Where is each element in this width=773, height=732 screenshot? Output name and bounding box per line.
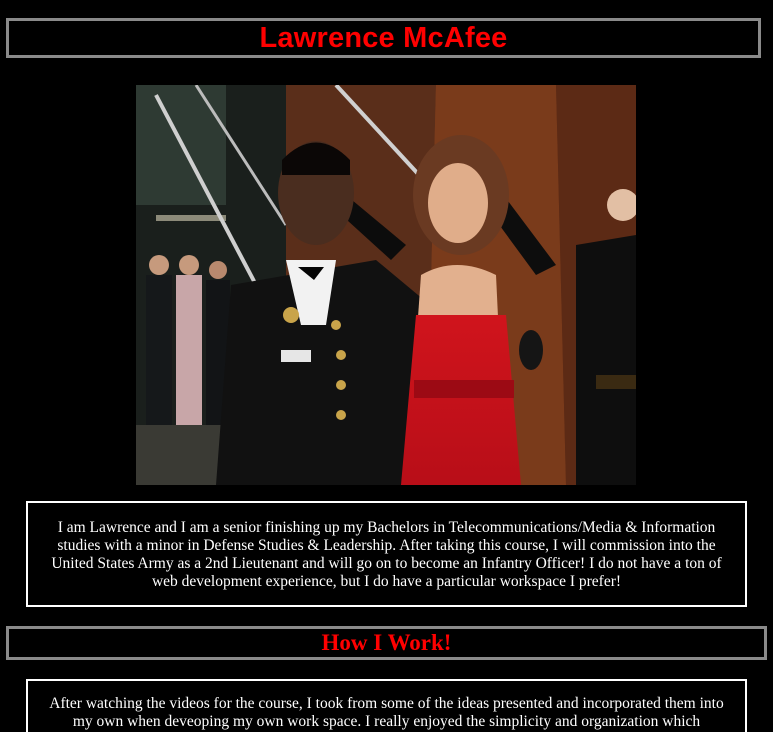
bio-box: I am Lawrence and I am a senior finishin… — [26, 501, 747, 607]
how-i-work-banner: How I Work! — [6, 626, 767, 660]
how-i-work-box: After watching the videos for the course… — [26, 679, 747, 732]
name-banner: Lawrence McAfee — [6, 18, 761, 58]
section-title: How I Work! — [321, 630, 452, 655]
bio-text: I am Lawrence and I am a senior finishin… — [51, 519, 722, 590]
portrait-photo-icon — [136, 85, 636, 485]
profile-photo — [136, 85, 636, 485]
page-title: Lawrence McAfee — [259, 21, 508, 54]
how-i-work-text: After watching the videos for the course… — [49, 695, 724, 730]
